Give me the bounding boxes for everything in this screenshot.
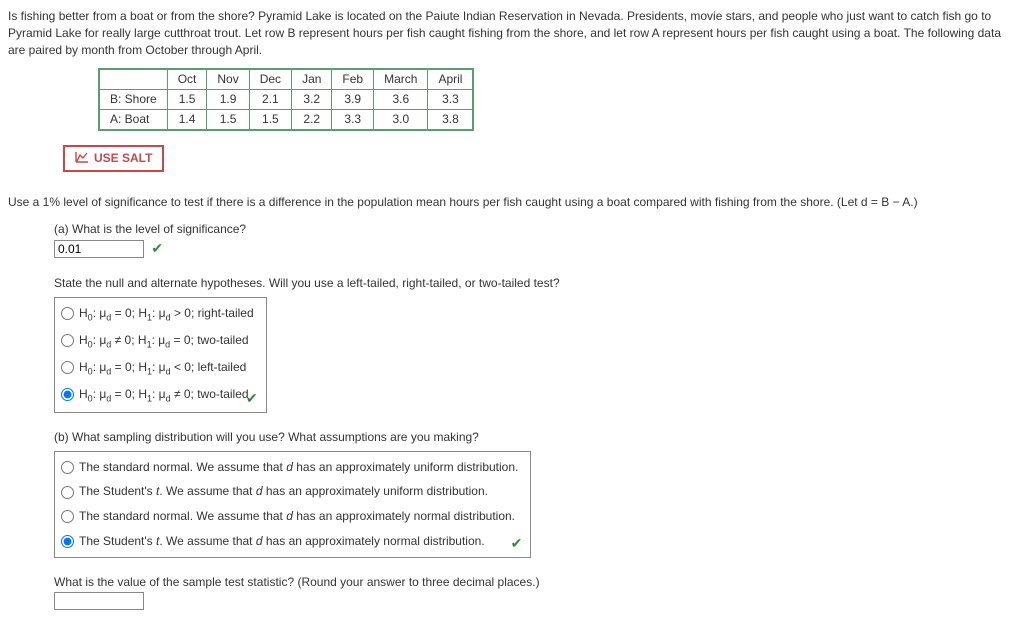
option-label: H0: μd = 0; H1: μd > 0; right-tailed: [79, 306, 254, 320]
option-row[interactable]: H0: μd ≠ 0; H1: μd = 0; two-tailed: [55, 328, 266, 355]
option-row[interactable]: The Student's t. We assume that d has an…: [55, 529, 530, 554]
option-radio[interactable]: [61, 461, 74, 474]
chart-icon: [75, 151, 89, 166]
hypothesis-prompt: State the null and alternate hypotheses.…: [54, 275, 1016, 292]
option-row[interactable]: H0: μd = 0; H1: μd > 0; right-tailed: [55, 301, 266, 328]
option-row[interactable]: H0: μd = 0; H1: μd ≠ 0; two-tailed: [55, 382, 266, 409]
month-header: Dec: [249, 69, 291, 89]
data-cell: 3.2: [292, 90, 332, 110]
data-cell: 3.8: [428, 109, 474, 129]
option-label: H0: μd = 0; H1: μd ≠ 0; two-tailed: [79, 387, 249, 401]
option-radio[interactable]: [61, 361, 74, 374]
option-label: The standard normal. We assume that d ha…: [79, 509, 515, 523]
stat-prompt: What is the value of the sample test sta…: [54, 574, 1016, 591]
option-label: The Student's t. We assume that d has an…: [79, 534, 485, 548]
data-cell: 3.9: [332, 90, 374, 110]
option-row[interactable]: The standard normal. We assume that d ha…: [55, 504, 530, 529]
data-cell: 3.6: [374, 90, 428, 110]
month-header: Feb: [332, 69, 374, 89]
data-cell: 3.3: [332, 109, 374, 129]
month-header: March: [374, 69, 428, 89]
month-header: Oct: [167, 69, 207, 89]
part-a-prompt: (a) What is the level of significance?: [54, 221, 1016, 238]
data-cell: 3.3: [428, 90, 474, 110]
option-radio[interactable]: [61, 307, 74, 320]
option-radio[interactable]: [61, 486, 74, 499]
option-label: H0: μd ≠ 0; H1: μd = 0; two-tailed: [79, 333, 249, 347]
check-icon: ✔: [246, 389, 258, 409]
data-cell: 2.1: [249, 90, 291, 110]
distribution-options: The standard normal. We assume that d ha…: [54, 451, 531, 558]
hypothesis-options: H0: μd = 0; H1: μd > 0; right-tailed H0: …: [54, 297, 267, 413]
option-radio[interactable]: [61, 510, 74, 523]
data-cell: 3.0: [374, 109, 428, 129]
option-row[interactable]: The Student's t. We assume that d has an…: [55, 479, 530, 504]
option-radio[interactable]: [61, 388, 74, 401]
salt-label: USE SALT: [94, 151, 152, 165]
month-header: Jan: [292, 69, 332, 89]
table-row: A: Boat1.41.51.52.23.33.03.8: [99, 109, 473, 129]
data-cell: 1.9: [207, 90, 249, 110]
table-row: B: Shore1.51.92.13.23.93.63.3: [99, 90, 473, 110]
option-row[interactable]: H0: μd = 0; H1: μd < 0; left-tailed: [55, 355, 266, 382]
option-radio[interactable]: [61, 334, 74, 347]
main-question: Use a 1% level of significance to test i…: [8, 194, 1016, 211]
row-label: B: Shore: [99, 90, 167, 110]
data-table: OctNovDecJanFebMarchApril B: Shore1.51.9…: [98, 68, 474, 130]
data-cell: 1.5: [207, 109, 249, 129]
test-statistic-input[interactable]: [54, 592, 144, 610]
option-label: H0: μd = 0; H1: μd < 0; left-tailed: [79, 360, 246, 374]
use-salt-button[interactable]: USE SALT: [63, 145, 164, 172]
intro-text: Is fishing better from a boat or from th…: [8, 8, 1016, 58]
data-cell: 1.5: [249, 109, 291, 129]
option-radio[interactable]: [61, 535, 74, 548]
significance-input[interactable]: [54, 240, 144, 258]
part-b-prompt: (b) What sampling distribution will you …: [54, 429, 1016, 446]
month-header: Nov: [207, 69, 249, 89]
option-label: The Student's t. We assume that d has an…: [79, 484, 488, 498]
data-cell: 1.5: [167, 90, 207, 110]
check-icon: ✔: [151, 240, 163, 256]
month-header: April: [428, 69, 474, 89]
row-label: A: Boat: [99, 109, 167, 129]
data-cell: 1.4: [167, 109, 207, 129]
data-cell: 2.2: [292, 109, 332, 129]
option-label: The standard normal. We assume that d ha…: [79, 460, 518, 474]
option-row[interactable]: The standard normal. We assume that d ha…: [55, 455, 530, 480]
check-icon: ✔: [511, 534, 523, 554]
